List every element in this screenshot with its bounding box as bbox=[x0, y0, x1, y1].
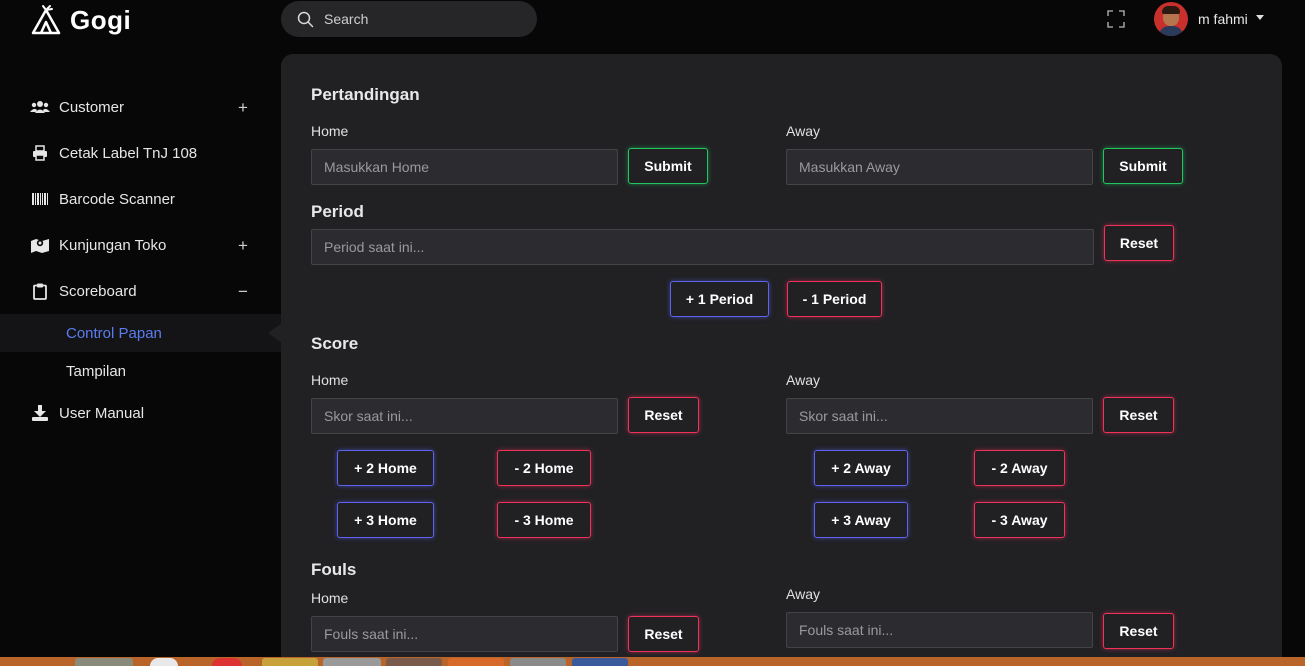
home-team-input[interactable] bbox=[311, 149, 618, 185]
app-name: Gogi bbox=[70, 4, 132, 35]
taskbar-app-icon[interactable] bbox=[386, 658, 442, 666]
sidebar-subitem-control-papan[interactable]: Control Papan bbox=[0, 314, 282, 352]
app-logo[interactable]: Gogi bbox=[30, 3, 131, 37]
home-label: Home bbox=[311, 123, 349, 139]
sidebar-item-label: Barcode Scanner bbox=[59, 190, 175, 208]
taskbar bbox=[0, 657, 1305, 666]
sidebar-item-label: Cetak Label TnJ 108 bbox=[59, 144, 198, 162]
away-label: Away bbox=[786, 372, 820, 388]
sidebar-item-label: Scoreboard bbox=[59, 282, 137, 300]
sidebar-item-customer[interactable]: Customer + bbox=[0, 84, 281, 130]
sidebar-item-cetak-label[interactable]: Cetak Label TnJ 108 bbox=[0, 130, 281, 176]
taskbar-app-icon[interactable] bbox=[150, 658, 178, 666]
taskbar-app-icon[interactable] bbox=[448, 658, 504, 666]
home-fouls-input[interactable] bbox=[311, 616, 618, 652]
reset-home-score-button[interactable]: Reset bbox=[628, 397, 699, 433]
period-input[interactable] bbox=[311, 229, 1094, 265]
chevron-down-icon bbox=[1255, 14, 1264, 20]
section-title-fouls: Fouls bbox=[311, 560, 357, 579]
minus-icon[interactable]: − bbox=[238, 283, 248, 300]
plus-three-home-button[interactable]: + 3 Home bbox=[337, 502, 434, 538]
taskbar-app-icon[interactable] bbox=[510, 658, 566, 666]
sidebar-item-label: Customer bbox=[59, 98, 125, 116]
away-label: Away bbox=[786, 123, 820, 139]
plus-three-away-button[interactable]: + 3 Away bbox=[814, 502, 908, 538]
clipboard-icon bbox=[30, 281, 50, 301]
home-label: Home bbox=[311, 590, 349, 606]
reset-away-score-button[interactable]: Reset bbox=[1103, 397, 1174, 433]
download-icon bbox=[30, 403, 50, 423]
reset-period-button[interactable]: Reset bbox=[1104, 225, 1174, 261]
search-input[interactable] bbox=[324, 11, 504, 27]
sidebar-item-kunjungan-toko[interactable]: Kunjungan Toko + bbox=[0, 222, 281, 268]
section-title-pertandingan: Pertandingan bbox=[311, 85, 420, 104]
sidebar-item-barcode-scanner[interactable]: Barcode Scanner bbox=[0, 176, 281, 222]
search-bar[interactable] bbox=[281, 1, 537, 37]
home-score-input[interactable] bbox=[311, 398, 618, 434]
minus-three-away-button[interactable]: - 3 Away bbox=[974, 502, 1065, 538]
sidebar-item-scoreboard[interactable]: Scoreboard − bbox=[0, 268, 281, 314]
away-label: Away bbox=[786, 586, 820, 602]
sidebar-item-label: Kunjungan Toko bbox=[59, 236, 167, 254]
away-team-input[interactable] bbox=[786, 149, 1093, 185]
home-label: Home bbox=[311, 372, 349, 388]
section-title-score: Score bbox=[311, 334, 359, 353]
sidebar-item-label: User Manual bbox=[59, 404, 145, 422]
sidebar: Customer + Cetak Label TnJ 108 Barcode S… bbox=[0, 84, 282, 436]
sidebar-subitem-tampilan[interactable]: Tampilan bbox=[0, 352, 281, 390]
printer-icon bbox=[30, 143, 50, 163]
plus-icon[interactable]: + bbox=[238, 99, 248, 116]
away-fouls-input[interactable] bbox=[786, 612, 1093, 648]
submit-away-button[interactable]: Submit bbox=[1103, 148, 1183, 184]
plus-two-away-button[interactable]: + 2 Away bbox=[814, 450, 908, 486]
search-icon bbox=[297, 11, 314, 27]
minus-two-away-button[interactable]: - 2 Away bbox=[974, 450, 1065, 486]
taskbar-app-icon[interactable] bbox=[262, 658, 318, 666]
plus-two-home-button[interactable]: + 2 Home bbox=[337, 450, 434, 486]
barcode-icon bbox=[30, 189, 50, 209]
logo-icon bbox=[31, 5, 61, 35]
users-icon bbox=[30, 97, 50, 117]
plus-one-period-button[interactable]: + 1 Period bbox=[670, 281, 769, 317]
fullscreen-icon[interactable] bbox=[1107, 10, 1125, 28]
submit-home-button[interactable]: Submit bbox=[628, 148, 708, 184]
minus-two-home-button[interactable]: - 2 Home bbox=[497, 450, 591, 486]
taskbar-app-icon[interactable] bbox=[212, 658, 242, 666]
control-panel-card: Pertandingan Home Submit Away Submit Per… bbox=[281, 54, 1282, 666]
map-icon bbox=[30, 235, 50, 255]
plus-icon[interactable]: + bbox=[238, 237, 248, 254]
away-score-input[interactable] bbox=[786, 398, 1093, 434]
taskbar-app-icon[interactable] bbox=[323, 658, 381, 666]
user-name: m fahmi bbox=[1198, 11, 1248, 27]
avatar bbox=[1154, 2, 1188, 36]
minus-one-period-button[interactable]: - 1 Period bbox=[787, 281, 882, 317]
user-menu[interactable]: m fahmi bbox=[1154, 2, 1264, 36]
reset-home-fouls-button[interactable]: Reset bbox=[628, 616, 699, 652]
section-title-period: Period bbox=[311, 202, 364, 221]
taskbar-app-icon[interactable] bbox=[572, 658, 628, 666]
minus-three-home-button[interactable]: - 3 Home bbox=[497, 502, 591, 538]
reset-away-fouls-button[interactable]: Reset bbox=[1103, 613, 1174, 649]
taskbar-app-icon[interactable] bbox=[75, 658, 133, 666]
sidebar-item-user-manual[interactable]: User Manual bbox=[0, 390, 281, 436]
